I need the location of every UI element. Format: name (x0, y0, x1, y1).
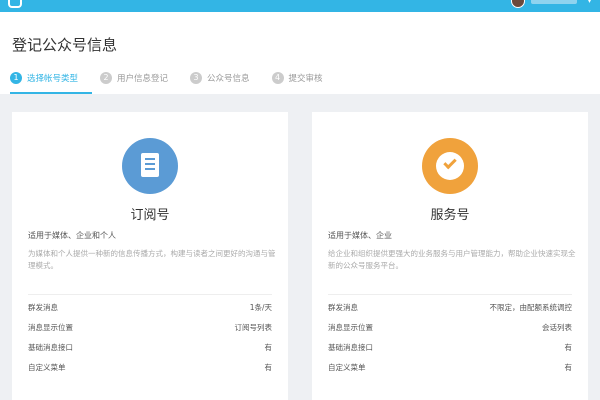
step-label: 用户信息登记 (117, 74, 169, 84)
user-name-placeholder (530, 0, 577, 4)
step-number: 3 (190, 72, 203, 84)
active-step-indicator (10, 92, 92, 94)
divider (28, 294, 272, 295)
card-audience: 适用于媒体、企业和个人 (28, 231, 116, 240)
card-description: 为媒体和个人提供一种新的信息传播方式，构建与读者之间更好的沟通与管理模式。 (28, 249, 276, 270)
feature-row: 消息显示位置 会话列表 (328, 322, 572, 336)
feature-label: 群发消息 (328, 303, 358, 312)
step-number: 2 (100, 72, 113, 84)
feature-value: 不限定，由配额系统调控 (489, 303, 573, 312)
page-header: 登记公众号信息 1 选择帐号类型 2 用户信息登记 3 公众号信息 4 提交审核 (0, 12, 600, 94)
feature-row: 基础消息接口 有 (328, 342, 572, 356)
feature-row: 群发消息 1条/天 (28, 302, 272, 316)
step-progress: 1 选择帐号类型 2 用户信息登记 3 公众号信息 4 提交审核 (10, 72, 345, 84)
feature-value: 有 (264, 343, 273, 352)
feature-row: 群发消息 不限定，由配额系统调控 (328, 302, 572, 316)
chevron-down-icon[interactable]: ▾ (587, 0, 592, 7)
document-icon (122, 138, 178, 194)
feature-value: 有 (264, 363, 273, 372)
step-3: 3 公众号信息 (190, 72, 250, 84)
step-4: 4 提交审核 (271, 72, 323, 84)
feature-label: 基础消息接口 (328, 343, 373, 352)
feature-row: 自定义菜单 有 (28, 362, 272, 376)
user-menu[interactable]: ▾ (510, 0, 592, 8)
feature-label: 群发消息 (28, 303, 58, 312)
feature-row: 自定义菜单 有 (328, 362, 572, 376)
logo-icon (8, 0, 22, 8)
feature-value: 有 (564, 343, 573, 352)
feature-label: 自定义菜单 (328, 363, 366, 372)
top-nav-bar: ▾ (0, 0, 600, 12)
feature-label: 消息显示位置 (28, 323, 73, 332)
step-number: 4 (271, 72, 284, 84)
card-description: 给企业和组织提供更强大的业务服务与用户管理能力，帮助企业快速实现全新的公众号服务… (328, 249, 576, 270)
feature-label: 消息显示位置 (328, 323, 373, 332)
feature-value: 会话列表 (542, 323, 572, 332)
subscription-account-card[interactable]: 订阅号 适用于媒体、企业和个人 为媒体和个人提供一种新的信息传播方式，构建与读者… (12, 112, 288, 400)
divider (328, 294, 572, 295)
app-logo[interactable] (8, 0, 118, 10)
feature-label: 自定义菜单 (28, 363, 66, 372)
feature-value: 1条/天 (249, 303, 272, 312)
feature-row: 基础消息接口 有 (28, 342, 272, 356)
step-label: 提交审核 (288, 74, 323, 84)
feature-value: 有 (564, 363, 573, 372)
card-title: 订阅号 (130, 208, 170, 223)
avatar[interactable] (510, 0, 525, 8)
step-label: 选择帐号类型 (27, 74, 79, 84)
step-label: 公众号信息 (207, 74, 250, 84)
feature-value: 订阅号列表 (234, 323, 273, 332)
feature-row: 消息显示位置 订阅号列表 (28, 322, 272, 336)
feature-label: 基础消息接口 (28, 343, 73, 352)
page-title: 登记公众号信息 (12, 36, 118, 54)
step-1[interactable]: 1 选择帐号类型 (10, 72, 78, 84)
service-account-card[interactable]: 服务号 适用于媒体、企业 给企业和组织提供更强大的业务服务与用户管理能力，帮助企… (312, 112, 588, 400)
verified-badge-icon (422, 138, 478, 194)
card-title: 服务号 (430, 208, 470, 223)
step-number: 1 (10, 72, 22, 84)
step-2: 2 用户信息登记 (100, 72, 168, 84)
card-audience: 适用于媒体、企业 (328, 231, 392, 240)
